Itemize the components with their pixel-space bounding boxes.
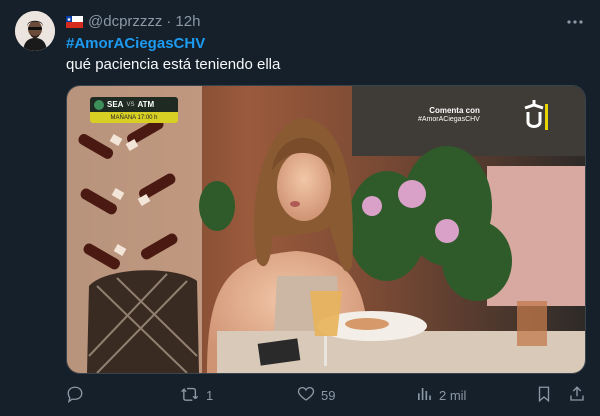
reply-icon — [66, 385, 84, 406]
reply-button[interactable] — [66, 384, 84, 406]
team-badge-icon — [94, 99, 104, 110]
chile-flag-icon — [66, 15, 83, 28]
tweet-timestamp[interactable]: 12h — [175, 13, 200, 30]
separator-dot: · — [166, 12, 172, 30]
scoreboard-team2: ATM — [137, 100, 155, 109]
scoreboard-vs: VS — [126, 101, 135, 108]
hashtag-link[interactable]: #AmorACiegasCHV — [66, 35, 205, 52]
comment-overlay-line2: #AmorACiegasCHV — [418, 116, 480, 123]
chv-logo — [519, 98, 549, 132]
tweet-actions-bar: 1 59 2 mil — [66, 384, 590, 406]
author-handle[interactable]: @dcprzzzz — [88, 13, 162, 30]
scoreboard-overlay: SEA VS ATM MAÑANA 17:00 h — [90, 97, 178, 123]
more-options-icon[interactable] — [563, 12, 587, 32]
share-icon — [568, 385, 586, 406]
tweet-media-image[interactable]: SEA VS ATM MAÑANA 17:00 h Comenta con #A… — [66, 85, 586, 374]
heart-icon — [297, 385, 315, 406]
retweet-button[interactable]: 1 — [180, 384, 213, 406]
comment-overlay-line1: Comenta con — [429, 106, 480, 115]
bookmark-button[interactable] — [535, 384, 553, 406]
retweet-count: 1 — [206, 387, 214, 403]
retweet-icon — [180, 385, 200, 406]
scoreboard-schedule: MAÑANA 17:00 h — [90, 112, 178, 123]
views-button[interactable]: 2 mil — [415, 384, 466, 406]
like-button[interactable]: 59 — [297, 384, 335, 406]
views-count: 2 mil — [439, 387, 467, 403]
views-icon — [415, 385, 433, 406]
scene-illustration — [67, 86, 585, 373]
like-count: 59 — [321, 387, 336, 403]
share-button[interactable] — [568, 384, 586, 406]
comment-overlay: Comenta con #AmorACiegasCHV — [418, 106, 480, 124]
scoreboard-team1: SEA — [107, 100, 124, 109]
tweet-text: qué paciencia está teniendo ella — [66, 56, 281, 73]
avatar[interactable] — [15, 11, 55, 51]
bookmark-icon — [535, 385, 553, 406]
tweet-header: @dcprzzzz · 12h — [66, 11, 200, 31]
